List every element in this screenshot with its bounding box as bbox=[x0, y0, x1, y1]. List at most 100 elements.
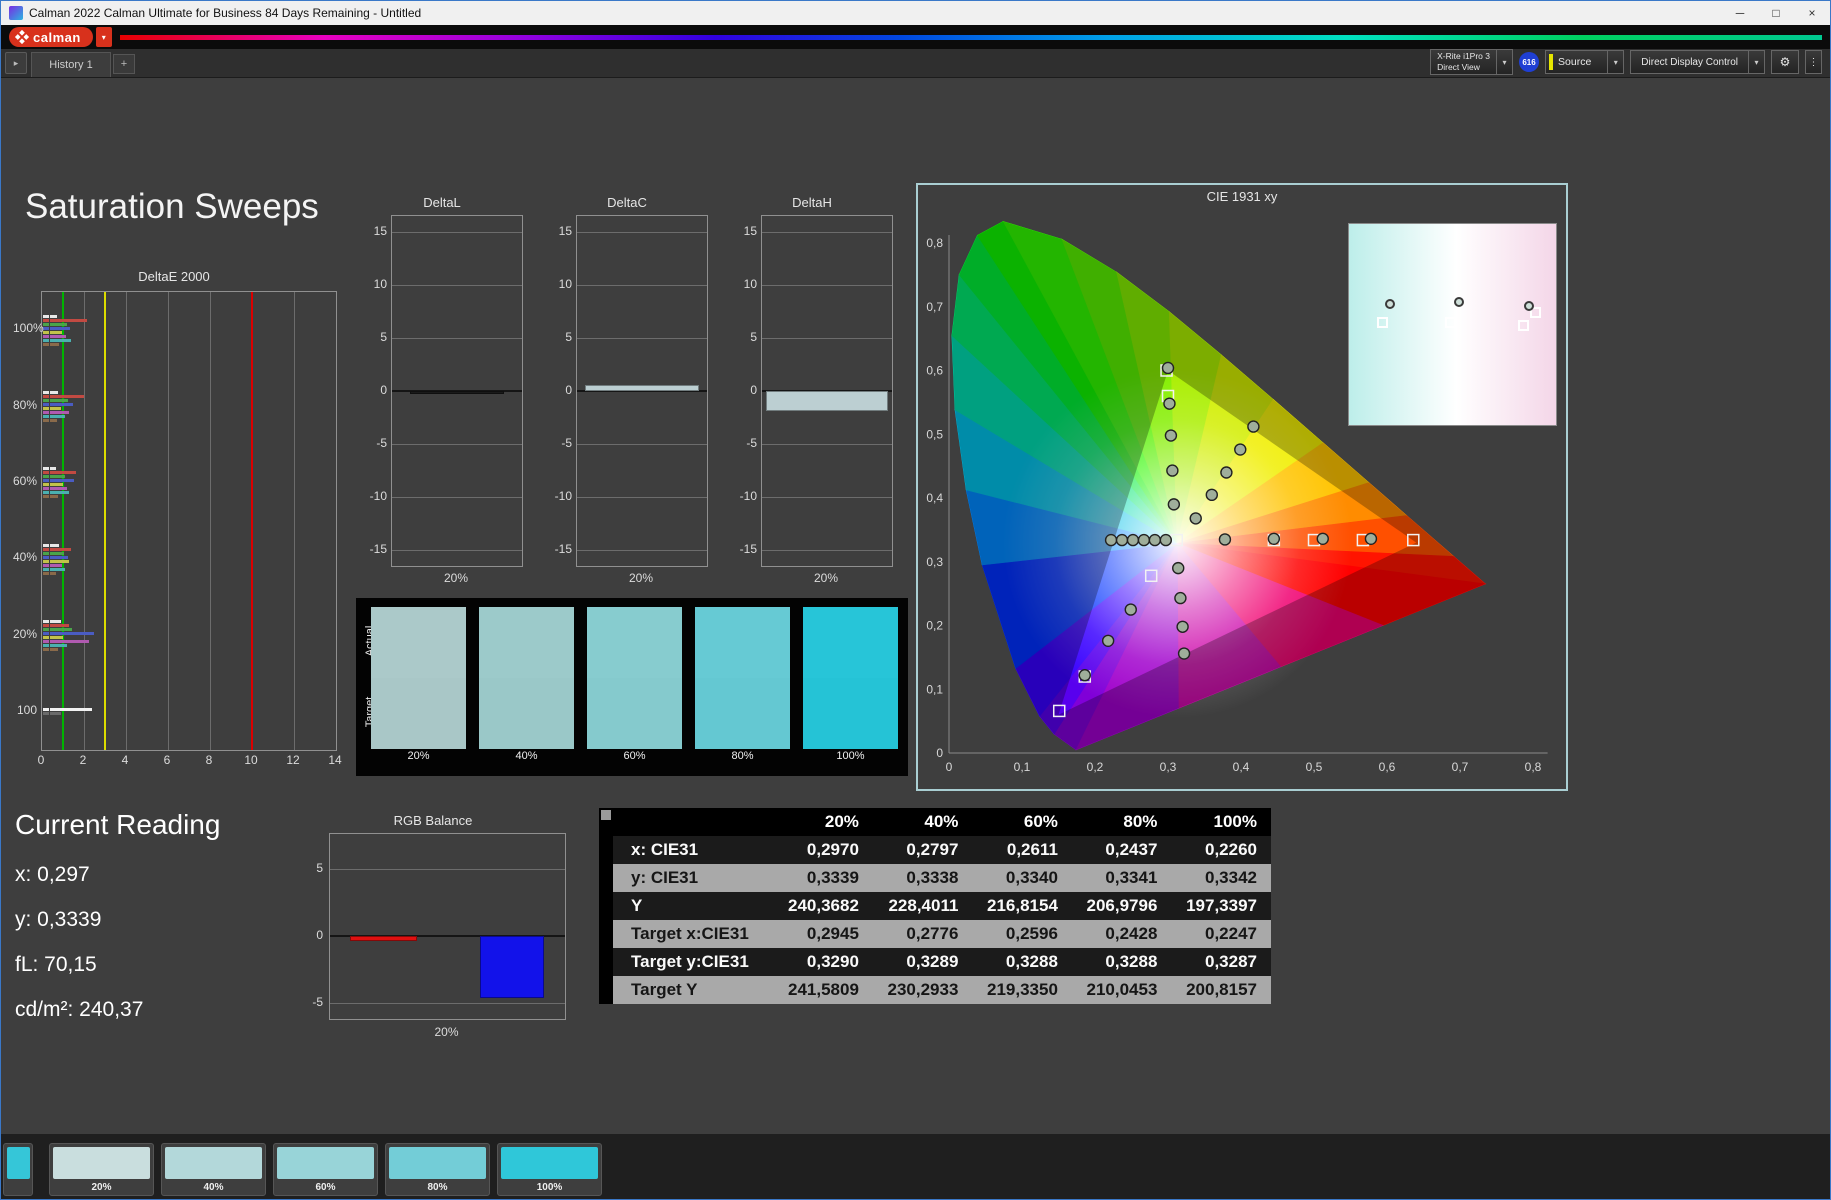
svg-text:0,8: 0,8 bbox=[926, 236, 943, 250]
spectrum-strip bbox=[119, 34, 1822, 40]
logo-menu-button[interactable]: ▾ bbox=[95, 27, 112, 47]
page-title: Saturation Sweeps bbox=[25, 187, 319, 226]
chevron-down-icon[interactable]: ▾ bbox=[1496, 50, 1512, 74]
display-control-dropdown[interactable]: Direct Display Control ▾ bbox=[1630, 50, 1765, 74]
gridline bbox=[210, 292, 211, 750]
reference-line bbox=[104, 292, 106, 750]
table-row: Target y:CIE31 0,3290 0,3289 0,3288 0,3288 0,… bbox=[613, 948, 1271, 976]
y-tick: 5 bbox=[565, 329, 572, 344]
source-dropdown[interactable]: Source ▾ bbox=[1545, 50, 1625, 74]
cell-value: 219,3350 bbox=[972, 976, 1072, 1004]
patch-chip bbox=[43, 712, 49, 716]
measured-point bbox=[1148, 533, 1162, 547]
bar bbox=[50, 411, 69, 414]
y-tick: 0 bbox=[316, 927, 323, 942]
deltae-row-label: 20% bbox=[13, 626, 38, 641]
y-tick: -10 bbox=[369, 489, 387, 504]
patch-chip bbox=[43, 571, 49, 575]
more-options-button[interactable]: ⋮ bbox=[1805, 50, 1822, 74]
chart-title: DeltaL bbox=[423, 195, 461, 210]
swatch-60% bbox=[587, 607, 682, 749]
row-label: Target Y bbox=[613, 976, 774, 1004]
swatch-80% bbox=[695, 607, 790, 749]
deltae-x-tick: 4 bbox=[121, 753, 129, 767]
column-header: 100% bbox=[1171, 808, 1271, 836]
minimize-button[interactable]: ─ bbox=[1722, 1, 1758, 25]
measured-point bbox=[1234, 443, 1247, 456]
patch-chip bbox=[43, 632, 49, 635]
calman-logo[interactable]: calman bbox=[9, 27, 93, 47]
patch-chip bbox=[43, 483, 49, 487]
reading-values: x: 0,297 y: 0,3339 fL: 70,15 cd/m²: 240,37 bbox=[15, 863, 295, 1022]
y-tick: -5 bbox=[746, 436, 757, 451]
gridline bbox=[577, 337, 707, 339]
delta-bar bbox=[584, 384, 700, 391]
chevron-down-icon[interactable]: ▾ bbox=[1607, 51, 1623, 73]
target-color bbox=[695, 678, 790, 749]
column-header: 20% bbox=[773, 808, 873, 836]
measured-point bbox=[1174, 591, 1187, 605]
reading-line: fL: 70,15 bbox=[15, 953, 97, 976]
svg-text:0,4: 0,4 bbox=[926, 491, 943, 505]
cell-value: 197,3397 bbox=[1171, 892, 1271, 920]
thumbnail-100%[interactable]: 100% bbox=[497, 1143, 602, 1196]
thumbnail-20%[interactable]: 20% bbox=[49, 1143, 154, 1196]
cell-value: 0,2437 bbox=[1071, 836, 1172, 864]
actual-color bbox=[803, 607, 898, 678]
thumbnail-partial[interactable] bbox=[3, 1143, 33, 1196]
measured-point bbox=[1124, 603, 1137, 616]
deltae-x-tick: 14 bbox=[328, 753, 342, 767]
gridline bbox=[577, 550, 707, 552]
gear-icon[interactable]: ⚙ bbox=[1771, 50, 1799, 74]
gridline bbox=[762, 231, 892, 233]
deltae-x-tick: 6 bbox=[163, 753, 171, 767]
panel-toggle-button[interactable]: ▸ bbox=[5, 52, 27, 74]
chart-title: DeltaE 2000 bbox=[138, 269, 210, 284]
deltae-x-tick: 2 bbox=[79, 753, 87, 767]
chevron-down-icon[interactable]: ▾ bbox=[1748, 51, 1764, 73]
patch-chip bbox=[43, 555, 49, 559]
y-tick: 15 bbox=[373, 223, 387, 238]
measured-point bbox=[1078, 669, 1091, 682]
gridline bbox=[126, 292, 127, 750]
table-row: Target Y 241,5809 230,2933 219,3350 210,0453… bbox=[613, 976, 1271, 1004]
bar bbox=[50, 318, 87, 322]
patch-chip bbox=[43, 636, 49, 639]
thumbnail-40%[interactable]: 40% bbox=[161, 1143, 266, 1196]
patch-chip bbox=[43, 547, 49, 551]
bar bbox=[50, 334, 66, 338]
close-button[interactable]: × bbox=[1794, 1, 1830, 25]
add-tab-button[interactable]: + bbox=[113, 54, 135, 74]
bar bbox=[50, 495, 59, 499]
measurement-data-table: 20% 40% 60% 80% 100% x: CIE31 0,2970 0,2797 0,26… bbox=[613, 808, 1271, 1004]
cell-value: 216,8154 bbox=[972, 892, 1072, 920]
svg-text:0: 0 bbox=[936, 746, 943, 760]
thumbnail-60%[interactable]: 60% bbox=[273, 1143, 378, 1196]
cell-value: 0,3340 bbox=[972, 864, 1072, 892]
patch-chip bbox=[43, 475, 49, 479]
tab-history-1[interactable]: History 1 bbox=[31, 52, 111, 77]
measured-point bbox=[1189, 512, 1202, 525]
plot-area bbox=[391, 215, 523, 567]
measured-point bbox=[1167, 498, 1181, 511]
measured-point bbox=[1177, 647, 1191, 660]
thumbnail-80%[interactable]: 80% bbox=[385, 1143, 490, 1196]
y-tick: 15 bbox=[743, 223, 757, 238]
chart-title: DeltaH bbox=[792, 195, 832, 210]
y-tick: -5 bbox=[376, 436, 387, 451]
maximize-button[interactable]: □ bbox=[1758, 1, 1794, 25]
deltae-plot-area bbox=[41, 291, 337, 751]
app-icon bbox=[9, 6, 23, 20]
deltae-bar-group bbox=[43, 314, 336, 346]
cie-1931-chart: 0 0,1 0,2 0,3 0,4 0,5 0,6 0,7 0,8 0 0,1 0,2 0,3 0,4 0,… bbox=[916, 183, 1568, 791]
cell-value: 228,4011 bbox=[872, 892, 973, 920]
blue-bar bbox=[479, 935, 544, 998]
patch-chip bbox=[43, 495, 49, 499]
y-tick: -10 bbox=[739, 489, 757, 504]
patch-chip bbox=[43, 391, 49, 394]
meter-dropdown[interactable]: X-Rite i1Pro 3 Direct View ▾ bbox=[1430, 49, 1514, 75]
y-tick: -10 bbox=[554, 489, 572, 504]
patch-chip bbox=[43, 648, 49, 651]
patch-chip bbox=[43, 471, 49, 475]
svg-text:0,3: 0,3 bbox=[1160, 760, 1177, 774]
